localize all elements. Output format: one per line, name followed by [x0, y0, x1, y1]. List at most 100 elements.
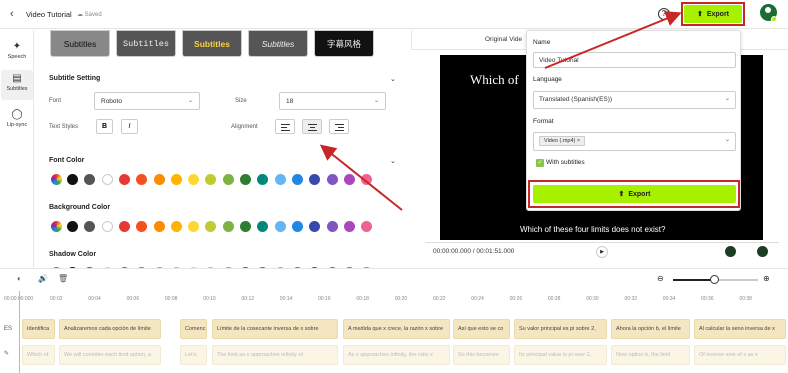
color-swatch[interactable] — [84, 174, 96, 185]
color-swatch[interactable] — [326, 174, 338, 185]
color-swatch[interactable] — [118, 174, 130, 185]
color-swatch[interactable] — [153, 221, 165, 232]
italic-button[interactable]: I — [121, 119, 138, 134]
align-left-button[interactable] — [275, 119, 295, 134]
color-swatch[interactable] — [188, 221, 200, 232]
zoom-out-icon[interactable]: ⊖ — [657, 274, 664, 283]
color-swatch[interactable] — [222, 174, 234, 185]
color-swatch[interactable] — [309, 221, 321, 232]
color-swatch[interactable] — [240, 221, 251, 232]
preset-style-1[interactable]: Subtitles — [50, 30, 110, 57]
color-swatch[interactable] — [101, 221, 113, 232]
subtitle-toggle-icon[interactable] — [757, 246, 768, 257]
close-icon[interactable]: × — [577, 138, 580, 144]
avatar[interactable] — [760, 4, 777, 22]
color-swatch[interactable] — [257, 174, 269, 185]
ruler-tick-label: 00:24 — [471, 296, 484, 302]
color-swatch[interactable] — [170, 174, 182, 185]
volume-icon[interactable]: 🔊 — [38, 274, 48, 283]
color-swatch[interactable] — [205, 221, 217, 232]
color-swatch[interactable] — [343, 221, 355, 232]
color-swatch[interactable] — [361, 221, 373, 232]
color-swatch[interactable] — [343, 174, 355, 185]
format-label: Format — [533, 118, 554, 125]
language-select[interactable]: Translated (Spanish(ES)) ⌄ — [533, 91, 736, 109]
color-swatch[interactable] — [361, 174, 373, 185]
name-input[interactable]: Video Tutorial — [533, 52, 736, 68]
color-swatch[interactable] — [153, 174, 165, 185]
color-swatch[interactable] — [170, 221, 182, 232]
preset-style-2[interactable]: Subtitles — [116, 30, 176, 57]
source-subtitle-clip[interactable]: Now option b, the limit — [611, 345, 690, 365]
color-swatch[interactable] — [118, 221, 130, 232]
translated-subtitle-clip[interactable]: Identifica — [22, 319, 55, 339]
custom-color-swatch[interactable] — [51, 174, 62, 185]
sidebar-item-subtitles[interactable]: ▤ Subtitles — [1, 70, 33, 100]
with-subtitles-checkbox[interactable]: ✓ — [536, 159, 544, 167]
source-subtitle-clip[interactable]: Its principal value is pi over 2, — [514, 345, 607, 365]
align-right-button[interactable] — [329, 119, 349, 134]
translated-subtitle-clip[interactable]: Así que esto se co — [453, 319, 510, 339]
color-swatch[interactable] — [274, 221, 286, 232]
ai-voice-icon[interactable] — [725, 246, 736, 257]
color-swatch[interactable] — [101, 174, 113, 185]
name-label: Name — [533, 39, 551, 46]
translated-subtitle-clip[interactable]: Límite de la cosecante inversa de x sobr… — [212, 319, 338, 339]
sidebar-item-lipsync[interactable]: ◯ Lip-sync — [1, 106, 33, 136]
source-subtitle-clip[interactable]: As x approaches infinity, the ratio x — [343, 345, 450, 365]
color-swatch[interactable] — [67, 221, 78, 232]
color-swatch[interactable] — [136, 221, 148, 232]
translated-subtitle-clip[interactable]: Su valor principal es pi sobre 2, — [514, 319, 607, 339]
video-frame-title: Which of — [470, 72, 519, 87]
color-swatch[interactable] — [291, 174, 303, 185]
zoom-slider-handle[interactable] — [710, 275, 719, 284]
color-swatch[interactable] — [240, 174, 251, 185]
color-swatch[interactable] — [291, 221, 303, 232]
custom-color-swatch[interactable] — [51, 221, 62, 232]
playhead[interactable] — [19, 291, 20, 373]
chevron-down-icon[interactable]: ⌄ — [390, 157, 396, 165]
size-label: Size — [235, 98, 247, 104]
sidebar-item-speech[interactable]: ✦ Speech — [1, 38, 33, 68]
format-chip[interactable]: Video (.mp4) × — [539, 136, 586, 146]
color-swatch[interactable] — [84, 221, 96, 232]
translated-subtitle-clip[interactable]: Comenc — [180, 319, 207, 339]
preset-style-3[interactable]: Subtitles — [182, 30, 242, 57]
help-icon[interactable]: ? — [658, 8, 670, 20]
tab-original-video[interactable]: Original Vide — [485, 36, 522, 43]
back-arrow-icon[interactable]: ‹ — [10, 8, 14, 20]
preset-style-5[interactable]: 字幕风格 — [314, 30, 374, 57]
font-select[interactable]: Roboto ⌄ — [94, 92, 200, 110]
color-swatch[interactable] — [326, 221, 338, 232]
color-swatch[interactable] — [205, 174, 217, 185]
source-subtitle-clip[interactable]: Let's — [180, 345, 207, 365]
size-select[interactable]: 18 ⌄ — [279, 92, 386, 110]
color-swatch[interactable] — [136, 174, 148, 185]
source-subtitle-clip[interactable]: Of inverse sine of x as x — [694, 345, 786, 365]
source-subtitle-clip[interactable]: So this becomes — [453, 345, 510, 365]
project-title[interactable]: Video Tutorial — [26, 10, 72, 19]
translated-subtitle-clip[interactable]: A medida que x crece, la razón x sobre — [343, 319, 450, 339]
source-subtitle-clip[interactable]: Which of — [22, 345, 55, 365]
translated-subtitle-clip[interactable]: Ahora la opción b, el límite — [611, 319, 690, 339]
track-edit-icon[interactable]: ✎ — [4, 350, 9, 357]
play-icon[interactable]: ▶ — [596, 246, 608, 258]
translated-subtitle-clip[interactable]: Analizaremos cada opción de límite — [59, 319, 161, 339]
translated-subtitle-clip[interactable]: Al calcular la seno inversa de x — [694, 319, 786, 339]
color-swatch[interactable] — [188, 174, 200, 185]
delete-icon[interactable]: 🗑 — [58, 274, 68, 283]
color-swatch[interactable] — [67, 174, 78, 185]
bold-button[interactable]: B — [96, 119, 113, 134]
zoom-in-icon[interactable]: ⊕ — [763, 274, 770, 283]
align-center-button[interactable] — [302, 119, 322, 134]
color-swatch[interactable] — [222, 221, 234, 232]
speed-icon[interactable]: ◐ — [17, 274, 22, 283]
source-subtitle-clip[interactable]: The limit as x approaches infinity of — [212, 345, 338, 365]
source-subtitle-clip[interactable]: We will consider each limit option, a — [59, 345, 161, 365]
preset-style-4[interactable]: Subtitles — [248, 30, 308, 57]
format-select[interactable]: Video (.mp4) × ⌄ — [533, 132, 736, 151]
color-swatch[interactable] — [309, 174, 321, 185]
color-swatch[interactable] — [257, 221, 269, 232]
color-swatch[interactable] — [274, 174, 286, 185]
chevron-down-icon[interactable]: ⌄ — [390, 75, 396, 83]
